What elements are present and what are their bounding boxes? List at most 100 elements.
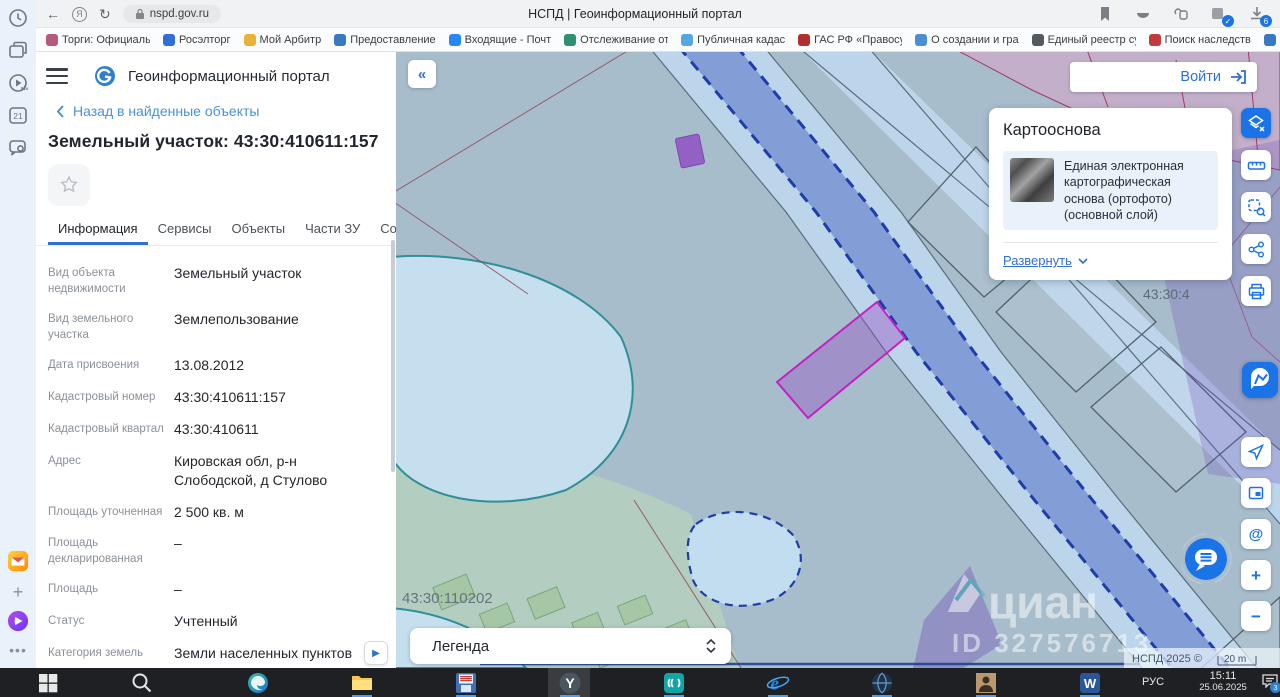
floppy-app-icon[interactable]: [454, 671, 478, 695]
support-chat-button[interactable]: [1180, 533, 1232, 585]
quarter-label-bottom: 43:30:110202: [402, 590, 493, 607]
collapse-panel-button[interactable]: «: [408, 60, 436, 88]
svg-text:Y: Y: [565, 675, 575, 691]
word-icon[interactable]: W: [1078, 671, 1102, 695]
bookmark-item[interactable]: Входящие - Почт: [448, 33, 552, 46]
browser-profile-icon[interactable]: Я: [72, 6, 87, 22]
address-bar[interactable]: nspd.gov.ru: [122, 5, 221, 23]
coord-search-icon: @: [1248, 525, 1264, 543]
alice-assistant-icon[interactable]: [7, 610, 29, 632]
media-play-icon[interactable]: [7, 72, 29, 94]
basemap-layer-row[interactable]: Единая электронная картографическая осно…: [1003, 151, 1218, 230]
more-options-icon[interactable]: •••: [7, 642, 29, 664]
print-button[interactable]: [1241, 276, 1271, 306]
expand-link[interactable]: Развернуть: [1003, 253, 1218, 268]
overview-map-button[interactable]: [1241, 478, 1271, 508]
sidebar-panel-icon[interactable]: [1134, 5, 1152, 23]
object-info-panel: Геоинформационный портал Назад в найденн…: [36, 52, 396, 668]
calendar-icon[interactable]: 21: [7, 104, 29, 126]
reload-icon[interactable]: ↻: [99, 7, 111, 21]
bookmark-label: Входящие - Почт: [464, 33, 552, 46]
scale-label: 20 m: [1224, 654, 1246, 665]
page-tab-title[interactable]: НСПД | Геоинформационный портал: [435, 7, 835, 21]
bookmark-item[interactable]: ГАС РФ «Правосу: [798, 33, 903, 46]
svg-text:ID 327576713: ID 327576713: [952, 628, 1151, 658]
field-label: Площадь декларированная: [48, 537, 143, 565]
tabs-scroll-right-button[interactable]: ▶: [364, 641, 388, 665]
bookmark-item[interactable]: Мой Арбитр: [243, 33, 322, 46]
bookmark-item[interactable]: Росэлторг: [163, 33, 231, 46]
bookmark-item[interactable]: Торги: Официальн: [46, 33, 150, 46]
yandex-mail-icon[interactable]: [7, 550, 29, 572]
bookmark-label: ГАС РФ «Правосу: [814, 33, 903, 46]
bookmark-item[interactable]: Отслеживание от: [564, 33, 668, 46]
panel-tab[interactable]: Информация: [48, 221, 148, 245]
back-to-results-link[interactable]: Назад в найденные объекты: [36, 87, 396, 119]
favorite-star-button[interactable]: [48, 164, 90, 206]
bookmark-label: Росэлторг: [179, 33, 231, 46]
layers-toggle-button[interactable]: [1241, 108, 1271, 138]
taskbar-search-icon[interactable]: [130, 671, 154, 695]
panel-tab[interactable]: Сервисы: [148, 221, 222, 245]
extension-icon[interactable]: ✓: [1210, 5, 1234, 27]
bookmark-item[interactable]: Поиск наследств: [1148, 33, 1251, 46]
bookmark-item[interactable]: Поиск индекса —: [1263, 33, 1280, 46]
coord-search-button[interactable]: @: [1241, 519, 1271, 549]
bookmark-flag-icon[interactable]: [1096, 5, 1114, 23]
add-panel-icon[interactable]: +: [7, 582, 29, 604]
zoom-in-button[interactable]: +: [1241, 560, 1271, 590]
zoom-out-button[interactable]: −: [1241, 601, 1271, 631]
bookmark-item[interactable]: Публичная кадаст: [681, 33, 786, 46]
bookmark-item[interactable]: О создании и гра: [915, 33, 1019, 46]
screenshot-chat-icon[interactable]: [7, 136, 29, 158]
share-button[interactable]: [1241, 234, 1271, 264]
teal-hands-app-icon[interactable]: [662, 671, 686, 695]
tabs-panel-icon[interactable]: [7, 40, 29, 62]
bookmark-item[interactable]: Единый реестр су: [1031, 33, 1136, 46]
field-value: 13.08.2012: [174, 357, 245, 374]
panel-scrollbar[interactable]: [391, 240, 395, 472]
info-field: Дата присвоения 13.08.2012: [48, 356, 378, 375]
info-field: Площадь –: [48, 580, 378, 599]
info-field: Вид объекта недвижимости Земельный участо…: [48, 264, 378, 297]
share-icon: [1248, 241, 1264, 257]
panel-tab[interactable]: Объекты: [221, 221, 295, 245]
back-icon[interactable]: ←: [46, 7, 60, 21]
bookmark-favicon: [334, 33, 347, 46]
object-title: Земельный участок: 43:30:410611:157: [48, 131, 379, 151]
internet-explorer-icon[interactable]: e: [766, 671, 790, 695]
locate-button[interactable]: [1241, 437, 1271, 467]
taskbar-clock[interactable]: 15:11 25.06.2025: [1192, 670, 1254, 693]
file-explorer-icon[interactable]: [350, 671, 374, 695]
portal-title: Геоинформационный портал: [128, 67, 330, 85]
field-value: 2 500 кв. м: [174, 503, 244, 520]
start-button[interactable]: [36, 671, 60, 695]
photo-app-icon[interactable]: [974, 671, 998, 695]
edge-browser-icon[interactable]: [246, 671, 270, 695]
field-label: Площадь: [48, 583, 99, 596]
field-label: Вид земельного участка: [48, 313, 134, 341]
yandex-browser-icon[interactable]: Y: [558, 671, 582, 695]
map-area[interactable]: 43:30:110202 43:30:4 циан ID 327576713 Н…: [396, 52, 1280, 668]
bookmark-favicon: [681, 33, 694, 46]
history-clock-icon[interactable]: [7, 7, 29, 29]
info-field: Вид земельного участка Землепользование: [48, 310, 378, 343]
collections-icon[interactable]: [1172, 5, 1190, 23]
language-indicator[interactable]: РУС: [1142, 676, 1164, 688]
area-search-button[interactable]: [1241, 192, 1271, 222]
bookmark-label: Публичная кадаст: [697, 33, 786, 46]
chevron-left-icon: [56, 104, 64, 118]
measure-button[interactable]: [1241, 150, 1271, 180]
bookmark-item[interactable]: Предоставление: [334, 33, 436, 46]
menu-burger-icon[interactable]: [46, 68, 68, 84]
overview-map-icon: [1248, 486, 1264, 500]
bookmark-label: Мой Арбитр: [259, 33, 322, 46]
legend-toggle[interactable]: Легенда: [410, 628, 731, 664]
globe-app-icon[interactable]: [870, 671, 894, 695]
map-widget-button[interactable]: [1242, 362, 1278, 398]
field-value: 43:30:410611:157: [174, 388, 286, 405]
panel-tab[interactable]: Части ЗУ: [295, 221, 370, 245]
attribution-text: НСПД 2025 ©: [1132, 653, 1202, 665]
downloads-icon[interactable]: 6: [1248, 5, 1272, 27]
login-button[interactable]: Войти: [1070, 62, 1257, 92]
